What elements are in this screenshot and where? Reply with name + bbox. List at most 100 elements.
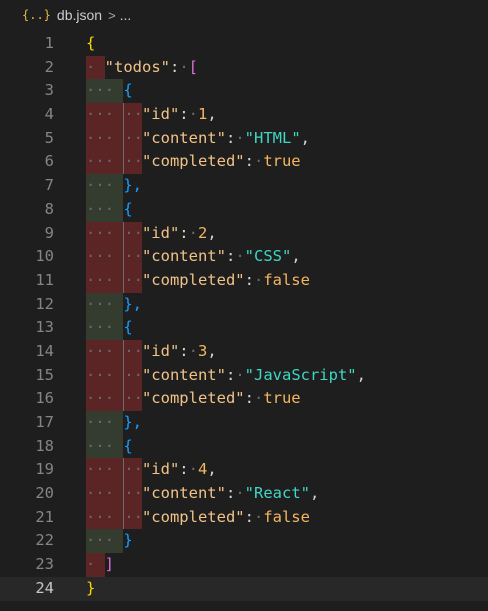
whitespace-dot: ·: [104, 318, 115, 337]
whitespace-dot: ·: [124, 389, 134, 408]
todos-key: "todos": [104, 57, 170, 76]
chevron-right-icon: >: [108, 7, 116, 23]
content-key: "content": [141, 365, 226, 384]
whitespace-dot: ·: [86, 341, 96, 360]
code-line[interactable]: 5 ··· ··"content":·"HTML",: [0, 126, 488, 151]
whitespace-dot: ·: [124, 365, 134, 384]
line-code: ···},: [86, 292, 142, 317]
punctuation: }: [86, 578, 96, 597]
whitespace-dot: ·: [95, 436, 105, 455]
line-code: ··· ··"completed":·false: [86, 268, 310, 293]
code-editor[interactable]: 1{2 · "todos":·[3 ···{4 ··· ··"id":·1, 5 ··· ··"…: [0, 32, 488, 601]
whitespace-dot: ·: [95, 223, 105, 242]
whitespace-dot: ·: [124, 270, 134, 289]
whitespace-dot: ·: [104, 270, 115, 289]
code-line[interactable]: 15 ··· ··"content":·"JavaScript",: [0, 363, 488, 388]
code-line[interactable]: 13 ···{: [0, 316, 488, 340]
whitespace-dot: ·: [104, 436, 115, 455]
id-value: 1: [197, 105, 208, 124]
content-key: "content": [141, 484, 226, 503]
punctuation: :: [244, 270, 254, 289]
punctuation: :: [244, 389, 254, 408]
whitespace-dot: ·: [95, 270, 105, 289]
code-line[interactable]: 12 ···},: [0, 292, 488, 317]
whitespace-dot: ·: [95, 294, 105, 313]
indent-guide: ···: [86, 411, 124, 435]
completed-value: true: [263, 152, 301, 171]
code-line[interactable]: 17 ···},: [0, 411, 488, 435]
whitespace-dot: ·: [188, 460, 198, 479]
indent-guide: ···: [86, 292, 124, 317]
content-value: "CSS": [244, 247, 292, 266]
line-number: 22: [35, 531, 54, 550]
indent-guide: ···: [86, 174, 124, 198]
code-line[interactable]: 19 ··· ··"id":·4,: [0, 458, 488, 483]
id-value: 3: [197, 341, 208, 360]
whitespace-dot: ·: [86, 436, 96, 455]
whitespace-dot: ·: [95, 507, 105, 526]
whitespace-dot: ·: [104, 507, 115, 526]
whitespace-dot: ·: [104, 152, 115, 171]
line-code: ··· ··"id":·4,: [86, 458, 217, 483]
line-number: 7: [44, 176, 54, 195]
content-key: "content": [141, 128, 226, 147]
code-line[interactable]: 20 ··· ··"content":·"React",: [0, 482, 488, 506]
punctuation: ,: [207, 223, 217, 242]
id-value: 2: [197, 223, 208, 242]
indent-guide: ···: [86, 79, 124, 104]
whitespace-dot: ·: [86, 128, 96, 147]
whitespace-dot: ·: [104, 341, 115, 360]
code-line[interactable]: 8 ···{: [0, 197, 488, 222]
code-line[interactable]: 1{: [0, 32, 488, 56]
whitespace-dot: ·: [124, 128, 134, 147]
code-line[interactable]: 22 ···}: [0, 529, 488, 554]
line-code: ··· ··"completed":·true: [86, 150, 301, 175]
indent-guide: ··: [123, 150, 143, 175]
line-code: ··· ··"id":·2,: [86, 221, 217, 246]
indent-guide: ·: [86, 553, 105, 577]
code-line[interactable]: 2 · "todos":·[: [0, 55, 488, 80]
code-line[interactable]: 23 ·]: [0, 553, 488, 577]
whitespace-dot: ·: [86, 247, 96, 266]
code-line[interactable]: 9 ··· ··"id":·2,: [0, 221, 488, 246]
code-line[interactable]: 7 ···},: [0, 174, 488, 198]
indent-guide: ···: [86, 363, 124, 388]
whitespace-dot: ·: [86, 413, 96, 431]
whitespace-dot: ·: [104, 128, 115, 147]
content-key: "content": [141, 247, 226, 266]
code-line[interactable]: 11 ··· ··"completed":·false: [0, 268, 488, 293]
code-line[interactable]: 10 ··· ··"content":·"CSS",: [0, 245, 488, 269]
whitespace-dot: ·: [124, 341, 134, 360]
code-line[interactable]: 18 ···{: [0, 434, 488, 459]
code-line[interactable]: 24}: [0, 576, 488, 601]
whitespace-dot: ·: [235, 365, 245, 384]
whitespace-dot: ·: [86, 389, 96, 408]
whitespace-dot: ·: [86, 484, 96, 503]
punctuation: [: [188, 57, 199, 76]
whitespace-dot: ·: [253, 389, 264, 408]
code-line[interactable]: 14 ··· ··"id":·3,: [0, 339, 488, 364]
indent-guide: ··: [123, 103, 143, 127]
punctuation: ,: [207, 341, 217, 360]
whitespace-dot: ·: [104, 247, 115, 266]
breadcrumb-more[interactable]: ...: [120, 7, 132, 23]
code-line[interactable]: 16 ··· ··"completed":·true: [0, 387, 488, 411]
breadcrumb-file[interactable]: db.json: [57, 7, 102, 23]
whitespace-dot: ·: [95, 413, 105, 431]
code-line[interactable]: 4 ··· ··"id":·1,: [0, 103, 488, 127]
whitespace-dot: ·: [95, 318, 105, 337]
line-code: ···},: [86, 174, 142, 198]
code-line[interactable]: 21 ··· ··"completed":·false: [0, 505, 488, 530]
code-line[interactable]: 3 ···{: [0, 79, 488, 104]
whitespace-dot: ·: [95, 176, 105, 195]
line-number: 20: [35, 484, 54, 503]
punctuation: :: [244, 152, 254, 171]
punctuation: {: [123, 81, 133, 100]
code-line[interactable]: 6 ··· ··"completed":·true: [0, 150, 488, 175]
line-code: ···},: [86, 411, 142, 435]
whitespace-dot: ·: [86, 365, 96, 384]
punctuation: :: [179, 223, 189, 242]
indent-guide: ···: [86, 103, 124, 127]
whitespace-dot: ·: [95, 81, 105, 100]
line-number: 9: [44, 223, 54, 242]
